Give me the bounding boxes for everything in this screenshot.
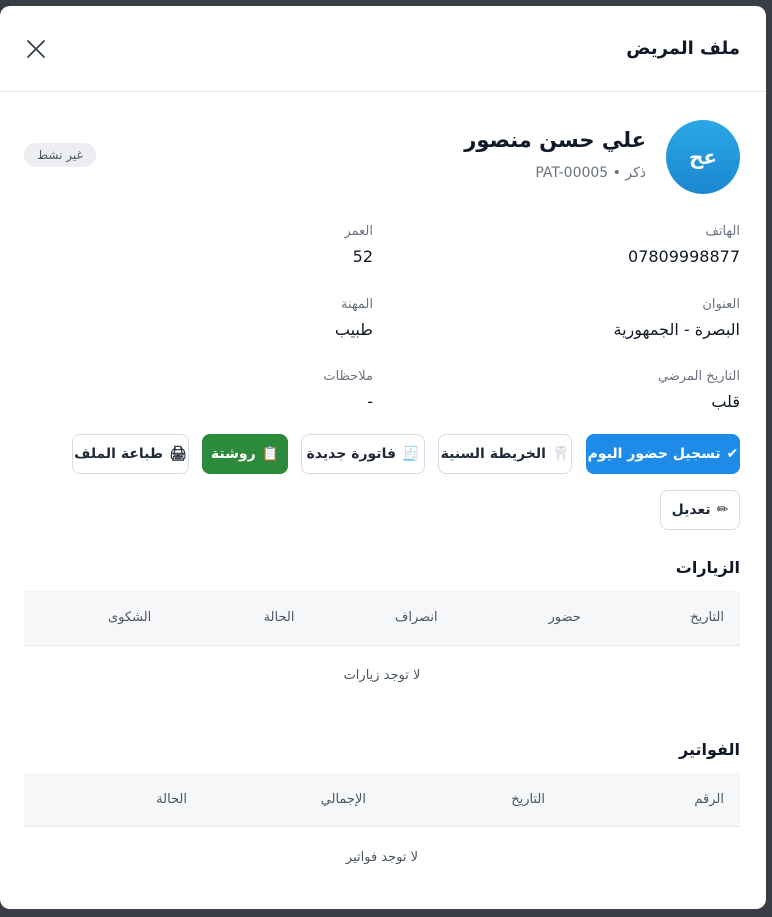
invoices-table: الرقم التاريخ الإجمالي الحالة لا توجد فو… (24, 772, 740, 888)
invoices-header-row: الرقم التاريخ الإجمالي الحالة (24, 772, 740, 827)
field-value: - (367, 392, 373, 411)
button-label: طباعة الملف (74, 446, 164, 462)
print-profile-button[interactable]: 🖨 طباعة الملف (72, 434, 189, 474)
field-value: 52 (352, 247, 373, 266)
field-phone: الهاتف 07809998877 (540, 224, 740, 266)
button-label: روشتة (210, 446, 256, 462)
tooth-icon: 🦷 (551, 446, 570, 462)
status-badge: غير نشط (24, 143, 96, 167)
printer-icon: 🖨 (169, 446, 187, 462)
field-address: العنوان البصرة - الجمهورية (540, 297, 740, 339)
action-buttons: ✔ تسجيل حضور اليوم 🦷 الخريطة السنية 🧾 فا… (24, 434, 740, 544)
modal-header: ملف المريض (0, 6, 766, 92)
invoices-title: الفواتير (678, 739, 740, 759)
close-icon[interactable] (20, 33, 52, 65)
patient-header: عح علي حسن منصور PAT-00005 • ذكر غير نشط (24, 92, 740, 206)
empty-state-text: لا توجد فواتير (345, 849, 419, 865)
field-value: قلب (711, 392, 740, 411)
patient-name: علي حسن منصور (464, 128, 646, 152)
receipt-icon: 🧾 (402, 446, 420, 462)
invoices-section: الفواتير الرقم التاريخ الإجمالي الحالة ل… (24, 740, 740, 888)
field-medical-history: التاريخ المرضي قلب (540, 369, 740, 411)
field-label: العمر (344, 224, 373, 239)
column-header: الإجمالي (320, 791, 366, 807)
pencil-icon: ✏ (716, 502, 729, 518)
patient-subline: PAT-00005 • ذكر (535, 165, 646, 181)
visits-section: الزيارات التاريخ حضور انصراف الحالة الشك… (24, 558, 740, 706)
avatar: عح (666, 120, 740, 194)
field-label: المهنة (341, 297, 373, 312)
field-label: التاريخ المرضي (657, 369, 740, 384)
field-label: الهاتف (705, 224, 740, 239)
visits-table: التاريخ حضور انصراف الحالة الشكوى لا توج… (24, 591, 740, 706)
button-label: الخريطة السنية (440, 446, 546, 462)
field-job: المهنة طبيب (173, 297, 373, 339)
field-value: البصرة - الجمهورية (613, 320, 740, 339)
patient-info-grid: الهاتف 07809998877 العمر 52 العنوان البص… (24, 206, 740, 434)
column-header: التاريخ (690, 610, 724, 626)
field-value: 07809998877 (628, 247, 740, 266)
empty-row: لا توجد زيارات (24, 645, 740, 706)
button-label: تعديل (671, 502, 711, 518)
field-label: العنوان (702, 297, 740, 312)
checkin-today-button[interactable]: ✔ تسجيل حضور اليوم (586, 434, 740, 474)
field-age: العمر 52 (173, 224, 373, 266)
empty-row: لا توجد فواتير (24, 827, 740, 888)
patient-profile-modal: ملف المريض عح علي حسن منصور PAT-00005 • … (0, 6, 766, 909)
dental-chart-button[interactable]: 🦷 الخريطة السنية (438, 434, 572, 474)
column-header: الحالة (263, 610, 295, 626)
button-label: تسجيل حضور اليوم (587, 446, 721, 462)
visits-title: الزيارات (675, 558, 740, 577)
column-header: الحالة (156, 791, 187, 807)
empty-state-text: لا توجد زيارات (343, 668, 421, 683)
modal-title: ملف المريض (626, 38, 740, 59)
column-header: الرقم (694, 791, 724, 807)
column-header: انصراف (394, 610, 438, 626)
button-label: فاتورة جديدة (306, 446, 396, 462)
column-header: التاريخ (511, 791, 545, 807)
field-value: طبيب (334, 320, 373, 339)
clipboard-icon: 📋 (261, 446, 280, 462)
field-label: ملاحظات (323, 369, 373, 384)
column-header: الشكوى (108, 610, 152, 626)
edit-button[interactable]: ✏ تعديل (660, 490, 740, 530)
column-header: حضور (548, 610, 581, 626)
visits-header-row: التاريخ حضور انصراف الحالة الشكوى (24, 591, 740, 645)
prescription-button[interactable]: 📋 روشتة (202, 434, 288, 474)
check-icon: ✔ (726, 446, 739, 462)
new-invoice-button[interactable]: 🧾 فاتورة جديدة (301, 434, 425, 474)
field-notes: ملاحظات - (173, 369, 373, 411)
patient-id-gender: PAT-00005 • ذكر (535, 165, 646, 181)
